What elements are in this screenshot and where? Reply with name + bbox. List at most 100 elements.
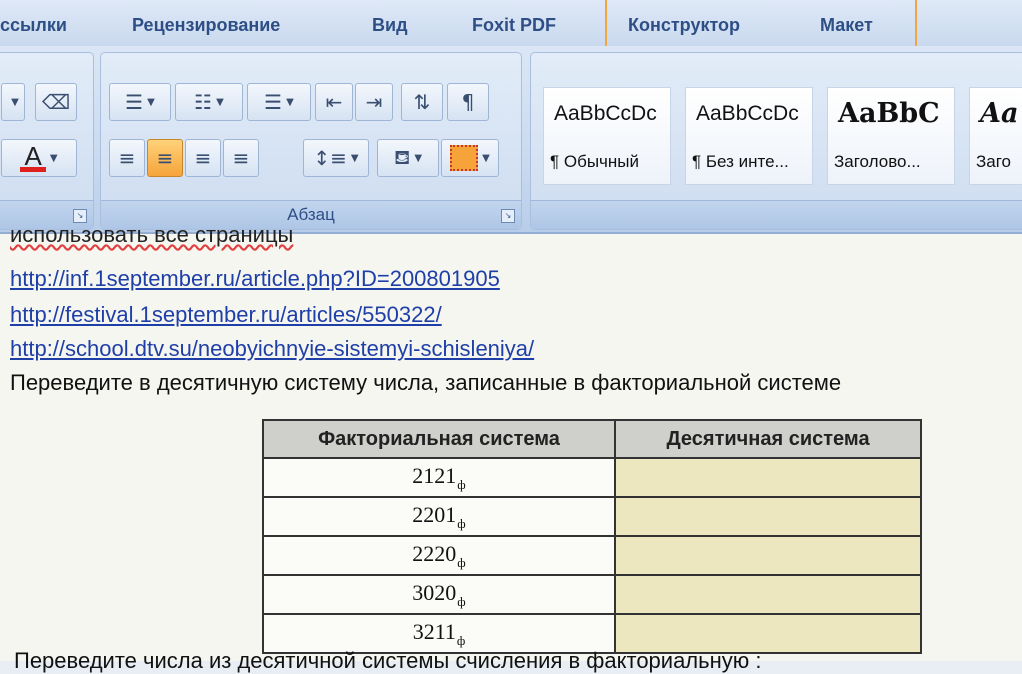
tab-separator — [915, 0, 917, 46]
font-color-button[interactable]: A ▼ — [1, 139, 77, 177]
align-right-icon: ≡ — [194, 146, 212, 170]
line-spacing-button[interactable]: ↕≡ ▼ — [303, 139, 369, 177]
multilevel-list-icon: ☰ — [264, 90, 283, 114]
style-name: ¶ Без инте... — [692, 152, 789, 171]
justify-icon: ≡ — [232, 146, 250, 170]
chevron-down-icon: ▼ — [147, 96, 155, 108]
tab-references[interactable]: ссылки — [0, 15, 67, 36]
link-festival-1september[interactable]: http://festival.1september.ru/articles/5… — [10, 302, 442, 328]
style-name: Заголово... — [834, 152, 921, 171]
factorial-value: 3020ф — [262, 574, 616, 615]
chevron-down-icon: ▼ — [350, 152, 359, 164]
dialog-launcher-icon[interactable]: ↘ — [501, 209, 515, 223]
tab-view[interactable]: Вид — [372, 15, 408, 36]
answer-cell[interactable] — [614, 535, 922, 576]
bullets-button[interactable]: ☰ ▼ — [109, 83, 171, 121]
ribbon: ▼ ⌫ A ▼ ↘ ☰ ▼ ☷ ▼ ☰ ▼ ⇤ ⇥ ⇅ ¶ ≡ ≡ ≡ ≡ ↕≡ ▼ ⛾… — [0, 46, 1022, 234]
style-sample: AaBbCcDc — [554, 102, 657, 125]
pilcrow-icon: ¶ — [461, 90, 475, 114]
borders-button[interactable]: ▼ — [441, 139, 499, 177]
style-heading-2[interactable]: Aa Заго — [969, 87, 1022, 185]
font-size-dropdown[interactable]: ▼ — [1, 83, 25, 121]
font-color-icon: A — [20, 143, 46, 172]
align-right-button[interactable]: ≡ — [185, 139, 221, 177]
align-left-icon: ≡ — [118, 146, 136, 170]
increase-indent-button[interactable]: ⇥ — [355, 83, 393, 121]
link-inf-1september[interactable]: http://inf.1september.ru/article.php?ID=… — [10, 266, 500, 292]
subscript: ф — [457, 554, 466, 570]
align-left-button[interactable]: ≡ — [109, 139, 145, 177]
decrease-indent-button[interactable]: ⇤ — [315, 83, 353, 121]
link-school-dtv[interactable]: http://school.dtv.su/neobyichnyie-sistem… — [10, 336, 534, 362]
table-row: 2220ф — [262, 535, 922, 576]
header-factorial: Факториальная система — [262, 419, 616, 459]
style-name: ¶ Обычный — [550, 152, 639, 171]
numbered-list-icon: ☷ — [194, 90, 213, 114]
subscript: ф — [457, 593, 466, 609]
shading-button[interactable]: ⛾ ▼ — [377, 139, 439, 177]
group-label — [531, 200, 1022, 229]
chevron-down-icon: ▼ — [11, 96, 19, 108]
number: 3211 — [412, 618, 456, 644]
clear-format-button[interactable]: ⌫ — [35, 83, 77, 121]
style-normal[interactable]: AaBbCcDc ¶ Обычный — [543, 87, 671, 185]
tab-foxit-pdf[interactable]: Foxit PDF — [472, 15, 556, 36]
instruction-text: Переведите в десятичную систему числа, з… — [10, 370, 842, 395]
partial-text-line: Переведите числа из десятичной системы с… — [14, 648, 762, 673]
align-center-button[interactable]: ≡ — [147, 139, 183, 177]
number: 2201 — [412, 501, 457, 527]
subscript: ф — [457, 515, 466, 531]
style-heading-1[interactable]: AaBbC Заголово... — [827, 87, 955, 185]
tab-constructor[interactable]: Конструктор — [628, 15, 740, 36]
tab-separator — [605, 0, 607, 46]
chevron-down-icon: ▼ — [482, 152, 490, 164]
number: 3020 — [412, 579, 457, 605]
borders-icon — [450, 145, 479, 171]
bullet-list-icon: ☰ — [125, 90, 144, 114]
table-row: 2121ф — [262, 457, 922, 498]
answer-cell[interactable] — [614, 496, 922, 537]
table-row: 3020ф — [262, 574, 922, 615]
style-name: Заго — [976, 152, 1012, 171]
sort-icon: ⇅ — [413, 90, 431, 114]
paragraph-group: ☰ ▼ ☷ ▼ ☰ ▼ ⇤ ⇥ ⇅ ¶ ≡ ≡ ≡ ≡ ↕≡ ▼ ⛾ ▼ ▼ Абзац … — [100, 52, 522, 230]
style-no-spacing[interactable]: AaBbCcDc ¶ Без инте... — [685, 87, 813, 185]
chevron-down-icon: ▼ — [286, 96, 294, 108]
font-group: ▼ ⌫ A ▼ ↘ — [0, 52, 94, 230]
tab-review[interactable]: Рецензирование — [132, 15, 280, 36]
document-page[interactable]: использовать все страницы http://inf.1se… — [0, 222, 1022, 673]
dialog-launcher-icon[interactable]: ↘ — [73, 209, 87, 223]
multilevel-list-button[interactable]: ☰ ▼ — [247, 83, 311, 121]
line-spacing-icon: ↕≡ — [313, 146, 347, 170]
number: 2220 — [412, 540, 457, 566]
conversion-table: Факториальная система Десятичная система… — [262, 419, 922, 654]
show-marks-button[interactable]: ¶ — [447, 83, 489, 121]
justify-button[interactable]: ≡ — [223, 139, 259, 177]
sort-button[interactable]: ⇅ — [401, 83, 443, 121]
factorial-value: 2220ф — [262, 535, 616, 576]
partial-text-line: использовать все страницы — [10, 222, 294, 247]
tab-layout[interactable]: Макет — [820, 15, 873, 36]
styles-group: AaBbCcDc ¶ Обычный AaBbCcDc ¶ Без инте..… — [530, 52, 1022, 230]
chevron-down-icon: ▼ — [216, 96, 224, 108]
style-sample: AaBbC — [838, 98, 940, 129]
ribbon-tabs: ссылки Рецензирование Вид Foxit PDF Конс… — [0, 0, 1022, 47]
answer-cell[interactable] — [614, 457, 922, 498]
style-sample: Aa — [980, 98, 1019, 129]
paint-bucket-icon: ⛾ — [393, 144, 411, 169]
style-sample: AaBbCcDc — [696, 102, 799, 125]
subscript: ф — [457, 476, 466, 492]
chevron-down-icon: ▼ — [49, 152, 58, 164]
factorial-value: 2201ф — [262, 496, 616, 537]
answer-cell[interactable] — [614, 574, 922, 615]
header-decimal: Десятичная система — [614, 419, 922, 459]
factorial-value: 2121ф — [262, 457, 616, 498]
subscript: ф — [456, 632, 466, 648]
align-center-icon: ≡ — [156, 146, 174, 170]
table-row: 2201ф — [262, 496, 922, 537]
number: 2121 — [412, 462, 457, 488]
numbering-button[interactable]: ☷ ▼ — [175, 83, 243, 121]
increase-indent-icon: ⇥ — [365, 90, 383, 114]
decrease-indent-icon: ⇤ — [325, 90, 343, 114]
table-header-row: Факториальная система Десятичная система — [262, 419, 922, 459]
